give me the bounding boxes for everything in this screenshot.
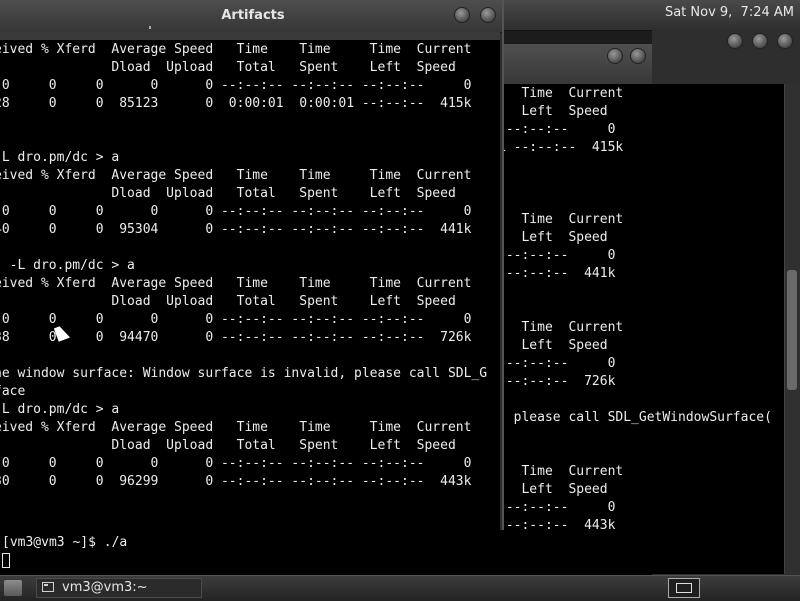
back-terminal-line: --:--:-- 441k xyxy=(498,266,616,281)
terminal-line: he window surface: Window surface is inv… xyxy=(0,366,488,381)
back-window-titlebar[interactable] xyxy=(500,44,652,84)
terminal-line: 30 0 0 96299 0 --:--:-- --:--:-- --:--:-… xyxy=(0,474,472,489)
back-terminal-line: --:--:-- 0 xyxy=(498,356,616,371)
back-terminal-line: Time Current xyxy=(498,212,624,227)
terminal-line: Dload Upload Total Spent Left Speed xyxy=(0,438,456,453)
terminal-line: face xyxy=(0,384,26,399)
terminal-line: . -L dro.pm/dc > a xyxy=(0,258,135,273)
terminal-line: 0 0 0 0 0 --:--:-- --:--:-- --:--:-- 0 xyxy=(0,78,472,93)
clock[interactable]: Sat Nov 9, 7:24 AM xyxy=(665,5,794,20)
back-terminal-line: Left Speed xyxy=(498,230,608,245)
terminal-line: 38 0 0 94470 0 --:--:-- --:--:-- --:--:-… xyxy=(0,330,472,345)
back-terminal-line: --:--:-- 726k xyxy=(498,374,616,389)
back-terminal-line: , please call SDL_GetWindowSurface( xyxy=(498,410,772,425)
back-terminal-line: Left Speed xyxy=(498,104,608,119)
shell-prompt: [vm3@vm3 ~]$ ./a xyxy=(2,535,128,550)
terminal-line: Dload Upload Total Spent Left Speed xyxy=(0,186,456,201)
terminal-line: -L dro.pm/dc > a xyxy=(0,402,120,417)
back-terminal-line: --:--:-- 0 xyxy=(498,122,616,137)
terminal-line: eived % Xferd Average Speed Time Time Ti… xyxy=(0,276,472,291)
scrollbar-thumb[interactable] xyxy=(787,270,797,390)
back-terminal-line: Time Current xyxy=(498,86,624,101)
back-terminal-line: Left Speed xyxy=(498,482,608,497)
terminal-line: Dload Upload Total Spent Left Speed xyxy=(0,60,456,75)
terminal-line: eived % Xferd Average Speed Time Time Ti… xyxy=(0,42,472,57)
back-terminal-line: --:--:-- 0 xyxy=(498,500,616,515)
back-close-icon[interactable] xyxy=(630,48,646,64)
terminal-line: 0 0 0 0 0 --:--:-- --:--:-- --:--:-- 0 xyxy=(0,204,472,219)
back-terminal-line: Time Current xyxy=(498,320,624,335)
title-mark xyxy=(149,26,151,29)
show-desktop-icon[interactable] xyxy=(668,578,700,598)
front-minimize-icon[interactable] xyxy=(454,7,470,23)
terminal-line: 28 0 0 85123 0 0:00:01 0:00:01 --:--:-- … xyxy=(0,96,472,111)
back-minimize-icon[interactable] xyxy=(607,48,623,64)
minimize-icon[interactable] xyxy=(727,33,743,49)
terminal-line: 40 0 0 95304 0 --:--:-- --:--:-- --:--:-… xyxy=(0,222,472,237)
text-cursor xyxy=(2,553,10,568)
terminal-line: eived % Xferd Average Speed Time Time Ti… xyxy=(0,168,472,183)
back-terminal-line: L --:--:-- 415k xyxy=(498,140,624,155)
terminal-line: 0 0 0 0 0 --:--:-- --:--:-- --:--:-- 0 xyxy=(0,312,472,327)
terminal-line: Dload Upload Total Spent Left Speed xyxy=(0,294,456,309)
terminal-line: 0 0 0 0 0 --:--:-- --:--:-- --:--:-- 0 xyxy=(0,456,472,471)
maximize-icon[interactable] xyxy=(752,33,768,49)
back-terminal-line: Left Speed xyxy=(498,338,608,353)
terminal-icon xyxy=(42,582,54,592)
tab-strip xyxy=(0,32,500,40)
back-terminal-line: --:--:-- 0 xyxy=(498,248,616,263)
terminal-line: eived % Xferd Average Speed Time Time Ti… xyxy=(0,420,472,435)
folder-icon[interactable] xyxy=(4,580,22,596)
close-icon[interactable] xyxy=(777,33,793,49)
front-close-icon[interactable] xyxy=(480,7,496,23)
back-terminal-line: Time Current xyxy=(498,464,624,479)
terminal-line: -L dro.pm/dc > a xyxy=(0,150,120,165)
window-title: Artifacts xyxy=(221,8,285,23)
taskbar-item-label: vm3@vm3:~ xyxy=(62,580,148,595)
